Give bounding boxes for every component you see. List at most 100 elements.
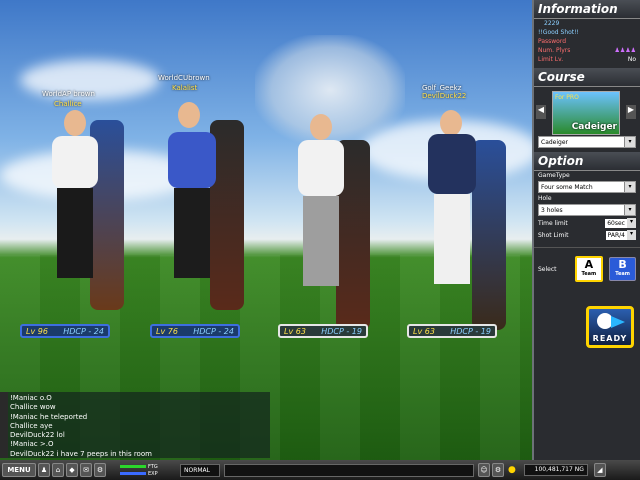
- course-select-value: Cadeiger: [541, 138, 568, 146]
- ftg-label: FTG: [148, 463, 158, 470]
- player-name: WorldAP brown: [42, 90, 95, 98]
- ready-button[interactable]: READY: [586, 306, 634, 348]
- password-label: Password: [538, 38, 567, 45]
- information-header: Information: [534, 0, 640, 19]
- player-head: [310, 114, 332, 140]
- room-number: 2229: [544, 20, 560, 27]
- player-club: Challice: [54, 100, 82, 108]
- course-prev-arrow-icon[interactable]: ◀: [536, 105, 546, 119]
- option-header: Option: [534, 152, 640, 171]
- player-head: [64, 110, 86, 136]
- chevron-down-icon[interactable]: ▾: [624, 137, 635, 147]
- player-legs: [303, 196, 339, 286]
- chat-line: !Maniac he teleported: [10, 412, 88, 421]
- bottom-bar: MENU ♟ ⌂ ◆ ✉ ⚙ FTG EXP NORMAL ☺ ⚙ ● 100,…: [0, 460, 640, 480]
- player-club: DevilDuck22: [422, 92, 467, 100]
- hole-value: 3 holes: [541, 206, 563, 214]
- course-select[interactable]: Cadeiger ▾: [538, 136, 636, 148]
- options-icon[interactable]: ⚙: [492, 463, 504, 477]
- exp-bar: [120, 472, 146, 475]
- player-3[interactable]: [280, 80, 390, 330]
- chat-line: Challice wow: [10, 403, 56, 412]
- team-select-row: Select A Team B Team: [534, 247, 640, 282]
- player-jacket: [428, 134, 476, 194]
- player-club: Kalalist: [172, 84, 198, 92]
- player-1-level-badge: Lv 96 HDCP - 24: [20, 324, 110, 338]
- chat-line: !Maniac o.O: [10, 394, 52, 402]
- chat-box[interactable]: !Maniac o.O Challice wow !Maniac he tele…: [0, 392, 270, 458]
- team-a-button[interactable]: A Team: [574, 256, 604, 282]
- player-legs: [434, 194, 470, 284]
- chat-input[interactable]: [224, 463, 474, 477]
- limit-row: Limit Lv. No: [534, 55, 640, 64]
- hole-select[interactable]: 3 holes ▾: [538, 204, 636, 216]
- player-legs: [57, 188, 93, 278]
- level-text: Lv 96: [26, 326, 48, 336]
- team-a-letter: A: [584, 258, 594, 271]
- gauges: FTG EXP: [120, 464, 168, 477]
- chat-line: !Maniac >.O: [10, 440, 54, 449]
- resize-icon[interactable]: ◢: [593, 463, 606, 477]
- num-players-row: Num. Plyrs ♟♟♟♟: [534, 46, 640, 55]
- gametype-label: GameType: [538, 172, 570, 179]
- course-header: Course: [534, 68, 640, 87]
- character-icon[interactable]: ♟: [38, 463, 50, 477]
- player-head: [440, 110, 462, 136]
- chevron-down-icon[interactable]: ▾: [624, 205, 635, 215]
- player-name: WorldCUbrown: [158, 74, 210, 82]
- golf-bag: [472, 140, 506, 330]
- hdcp-text: HDCP - 24: [63, 326, 104, 336]
- player-4-level-badge: Lv 63 HDCP - 19: [407, 324, 497, 338]
- coin-icon: ●: [508, 465, 516, 475]
- money-display: 100,481,717 NG: [523, 464, 588, 476]
- chat-line: DevilDuck22 i have 7 peeps in this room: [10, 449, 152, 458]
- level-text: Lv 76: [156, 326, 178, 336]
- gametype-value: Four some Match: [541, 183, 593, 191]
- chevron-down-icon[interactable]: ▾: [627, 230, 636, 240]
- chat-scrollbar[interactable]: [0, 392, 8, 458]
- player-head: [178, 102, 200, 128]
- course-preview: ◀ For PRO Cadeiger ▶: [534, 87, 640, 135]
- player-name: Golf_Geekz: [422, 84, 462, 92]
- shop-icon[interactable]: ⌂: [52, 463, 64, 477]
- mail-icon[interactable]: ✉: [80, 463, 92, 477]
- item-icon[interactable]: ◆: [66, 463, 78, 477]
- player-2-level-badge: Lv 76 HDCP - 24: [150, 324, 240, 338]
- chevron-down-icon[interactable]: ▾: [624, 182, 635, 192]
- hole-label: Hole: [538, 195, 552, 202]
- team-b-button[interactable]: B Team: [609, 257, 636, 281]
- menu-button[interactable]: MENU: [2, 463, 36, 477]
- shot-limit-label: Shot Limit: [538, 231, 569, 239]
- limit-label: Limit Lv.: [538, 56, 564, 63]
- emoticon-icon[interactable]: ☺: [478, 463, 490, 477]
- limit-value: No: [627, 56, 636, 63]
- player-2[interactable]: WorldCUbrown Kalalist: [150, 74, 260, 310]
- player-shirt: [168, 132, 216, 188]
- shot-limit-value: PAR/4: [605, 230, 627, 240]
- time-limit-value: 60sec: [605, 218, 627, 228]
- chevron-down-icon[interactable]: ▾: [627, 218, 636, 228]
- password-row: Password: [534, 37, 640, 46]
- hdcp-text: HDCP - 19: [321, 326, 362, 336]
- course-thumbnail: For PRO Cadeiger: [552, 91, 620, 135]
- chat-line: DevilDuck22 lol: [10, 431, 65, 440]
- time-limit-row: Time limit 60sec ▾: [534, 217, 640, 229]
- hdcp-text: HDCP - 24: [193, 326, 234, 336]
- num-players-label: Num. Plyrs: [538, 47, 571, 54]
- level-text: Lv 63: [284, 326, 306, 336]
- player-4[interactable]: Golf_Geekz DevilDuck22: [410, 80, 520, 330]
- exp-label: EXP: [148, 470, 158, 477]
- ready-label: READY: [592, 334, 628, 343]
- course-level: For PRO: [555, 94, 579, 101]
- team-b-letter: B: [618, 258, 627, 271]
- room-name: !!Good Shot!!: [538, 29, 579, 36]
- ftg-bar: [120, 465, 146, 468]
- course-next-arrow-icon[interactable]: ▶: [626, 105, 636, 119]
- settings-icon[interactable]: ⚙: [94, 463, 106, 477]
- level-text: Lv 63: [413, 326, 435, 336]
- player-1[interactable]: WorldAP brown Challice: [30, 80, 140, 310]
- select-label: Select: [538, 265, 557, 273]
- team-b-word: Team: [615, 271, 630, 277]
- gametype-select[interactable]: Four some Match ▾: [538, 181, 636, 193]
- arrow-icon: [611, 316, 625, 328]
